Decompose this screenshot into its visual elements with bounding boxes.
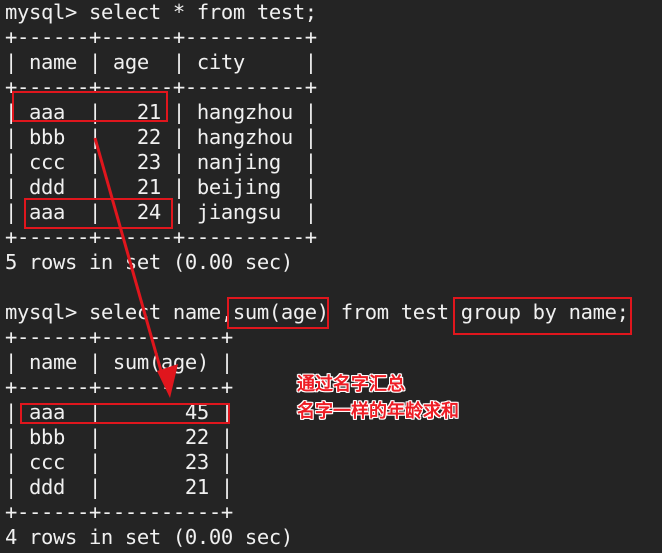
table-border-header: +------+------+----------+ [5, 75, 317, 99]
table-border-bottom: +------+----------+ [5, 500, 233, 524]
table-row: | aaa | 21 | hangzhou | [5, 100, 317, 124]
table-row: | ccc | 23 | nanjing | [5, 150, 317, 174]
query2-status: 4 rows in set (0.00 sec) [5, 525, 293, 549]
table-row: | bbb | 22 | [5, 425, 233, 449]
query2-command-line: mysql> select name,sum(age) from test gr… [5, 300, 629, 325]
terminal-window[interactable]: mysql> select * from test; +------+-----… [0, 0, 662, 553]
table-row: | aaa | 24 | jiangsu | [5, 200, 317, 224]
mysql-prompt: mysql> [5, 0, 89, 24]
sql-command: select name,sum(age) from test group by … [88, 300, 629, 324]
table-header: | name | sum(age) | [5, 350, 233, 374]
table-border-header: +------+----------+ [5, 375, 233, 399]
table-row: | ccc | 23 | [5, 450, 233, 474]
table-row: | bbb | 22 | hangzhou | [5, 125, 317, 149]
table-header: | name | age | city | [5, 50, 317, 74]
table-border-bottom: +------+------+----------+ [5, 225, 317, 249]
table-border-top: +------+----------+ [5, 325, 233, 349]
annotation-line-1: 通过名字汇总 [297, 374, 405, 395]
table-row: | ddd | 21 | beijing | [5, 175, 317, 199]
annotation-line-2: 名字一样的年龄求和 [297, 401, 459, 422]
sql-command: select * from test; [88, 0, 317, 24]
table-row: | ddd | 21 | [5, 475, 233, 499]
query1-status: 5 rows in set (0.00 sec) [5, 250, 293, 274]
mysql-prompt: mysql> [5, 300, 89, 324]
table-row: | aaa | 45 | [5, 400, 233, 424]
table-border-top: +------+------+----------+ [5, 25, 317, 49]
query1-command-line: mysql> select * from test; [5, 0, 317, 25]
